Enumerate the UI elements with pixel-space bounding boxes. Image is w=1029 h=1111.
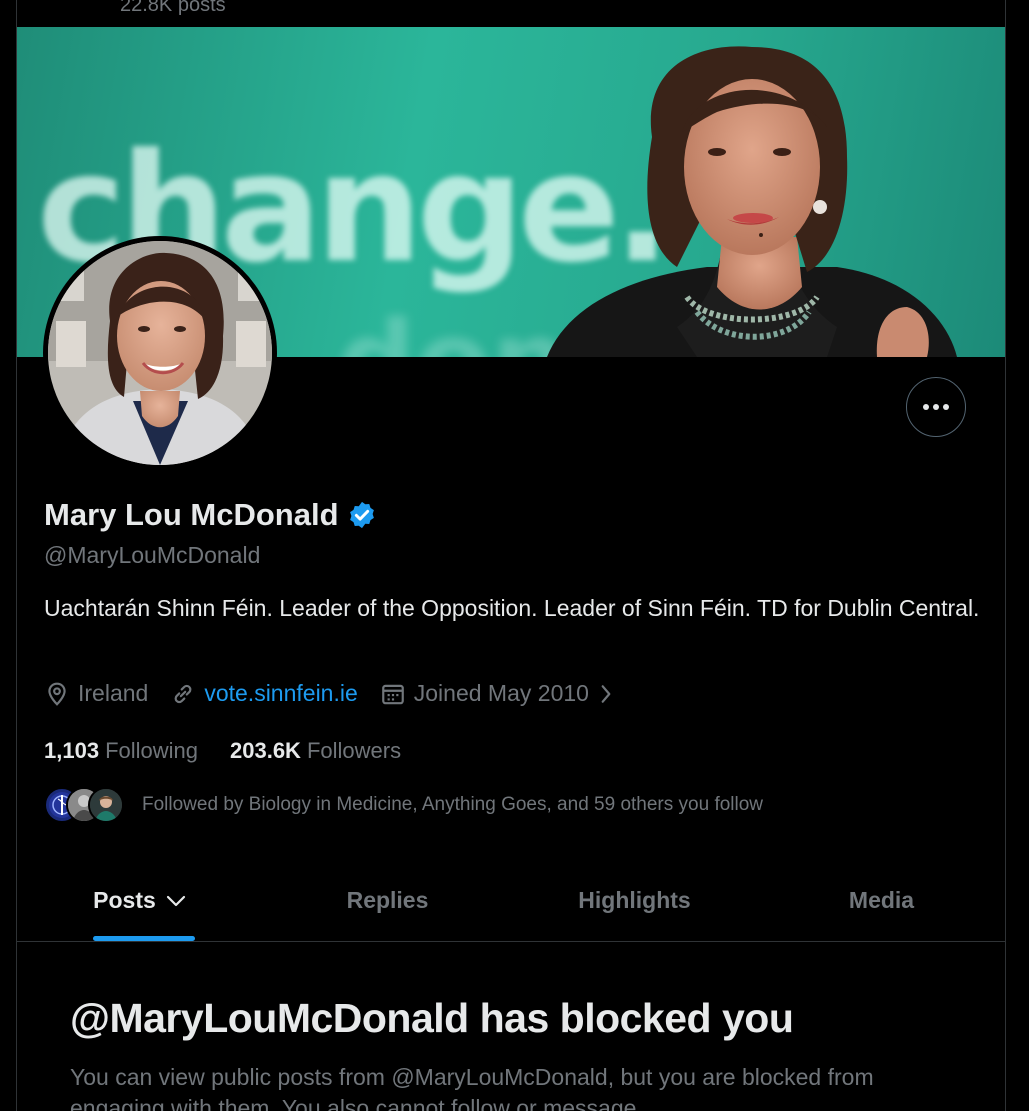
person-photo-icon	[90, 789, 122, 821]
tab-media-label: Media	[848, 887, 915, 913]
profile-avatar[interactable]	[43, 236, 277, 470]
joined-text: Joined May 2010	[413, 680, 589, 706]
tab-posts[interactable]: Posts	[17, 860, 264, 941]
followed-by-avatars	[44, 786, 124, 824]
profile-bio: Uachtarán Shinn Féin. Leader of the Oppo…	[44, 595, 980, 621]
followed-by[interactable]: Followed by Biology in Medicine, Anythin…	[44, 786, 763, 824]
followers-link[interactable]: 203.6K Followers	[230, 738, 401, 764]
blocked-description: You can view public posts from @MaryLouM…	[70, 1064, 874, 1111]
follow-stats: 1,103 Following 203.6K Followers	[44, 738, 433, 764]
chevron-down-icon	[166, 895, 185, 906]
tab-replies[interactable]: Replies	[264, 860, 511, 941]
followed-by-text: Followed by Biology in Medicine, Anythin…	[142, 794, 764, 815]
location-item: Ireland	[44, 680, 148, 707]
following-link[interactable]: 1,103 Following	[44, 738, 198, 764]
tab-replies-label: Replies	[346, 887, 429, 913]
active-tab-indicator	[93, 936, 195, 941]
followers-count: 203.6K	[230, 738, 301, 763]
display-name-text: Mary Lou McDonald	[44, 497, 339, 532]
avatar-photo	[48, 241, 272, 465]
follower-avatar	[88, 787, 124, 823]
following-label: Following	[105, 738, 198, 763]
banner-slogan-faded: don	[337, 297, 570, 357]
tab-posts-label: Posts	[93, 887, 156, 913]
calendar-icon	[381, 684, 404, 704]
verified-badge-icon[interactable]	[347, 500, 377, 530]
location-pin-icon	[48, 682, 66, 706]
profile-handle: @MaryLouMcDonald	[44, 542, 261, 568]
chevron-right-icon	[601, 684, 611, 703]
more-dots-icon	[923, 404, 949, 410]
profile-tabs: Posts Replies Highlights Media	[17, 860, 1005, 942]
banner-photo-figure	[547, 46, 957, 357]
more-options-button[interactable]	[906, 377, 966, 437]
location-text: Ireland	[78, 680, 149, 706]
tab-media[interactable]: Media	[758, 860, 1005, 941]
link-icon	[174, 684, 192, 703]
website-link[interactable]: vote.sinnfein.ie	[204, 680, 357, 707]
following-count: 1,103	[44, 738, 100, 763]
blocked-title: @MaryLouMcDonald has blocked you	[70, 995, 794, 1041]
tab-highlights-label: Highlights	[578, 887, 691, 913]
profile-page: 22.8K posts change. don	[0, 0, 1029, 1111]
website-item[interactable]: vote.sinnfein.ie	[170, 680, 358, 707]
joined-item[interactable]: Joined May 2010	[380, 680, 615, 707]
followers-label: Followers	[306, 738, 402, 763]
profile-meta: Ireland vote.sinnfein.ie Joined May 2010	[44, 680, 637, 707]
post-count: 22.8K posts	[120, 0, 226, 16]
profile-display-name: Mary Lou McDonald	[44, 497, 377, 533]
tab-highlights[interactable]: Highlights	[511, 860, 758, 941]
